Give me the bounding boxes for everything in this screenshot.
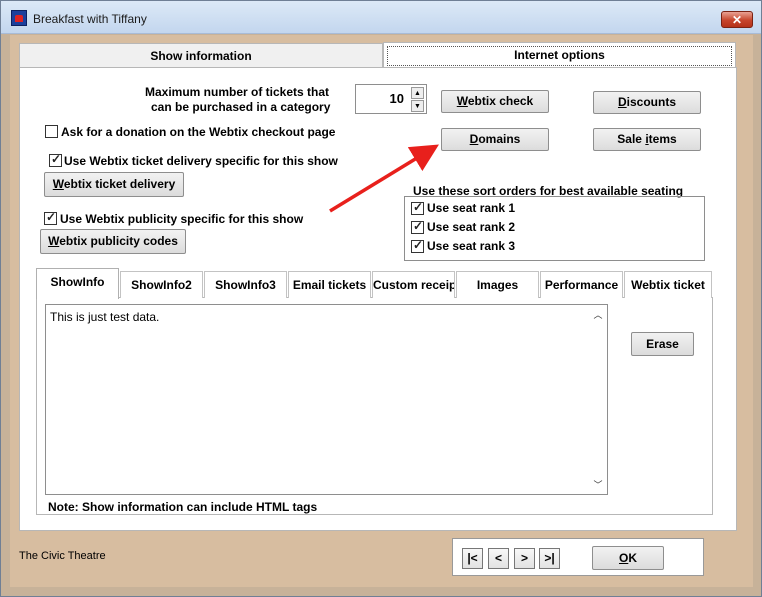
tab-performance[interactable]: Performance [540,271,623,298]
record-navigation: |< < > >| OK [452,538,704,576]
venue-name: The Civic Theatre [19,550,106,562]
tab-showinfo2[interactable]: ShowInfo2 [120,271,203,298]
last-record-button[interactable]: >| [539,548,560,569]
previous-record-button[interactable]: < [488,548,509,569]
inner-tab-strip: ShowInfo ShowInfo2 ShowInfo3 Email ticke… [36,268,712,299]
next-record-button[interactable]: > [514,548,535,569]
tab-webtix-ticket[interactable]: Webtix ticket [624,271,712,298]
tab-custom-receipt[interactable]: Custom receipt [372,271,455,298]
tab-showinfo3[interactable]: ShowInfo3 [204,271,287,298]
scroll-up-icon[interactable]: ︿ [593,308,603,321]
erase-button[interactable]: Erase [631,332,694,356]
first-record-button[interactable]: |< [462,548,483,569]
html-note: Note: Show information can include HTML … [48,500,318,514]
show-info-text[interactable]: This is just test data. [50,310,159,324]
show-info-textarea[interactable]: This is just test data. ︿ ﹀ [45,304,608,495]
tab-images[interactable]: Images [456,271,539,298]
ok-button[interactable]: OK [592,546,664,570]
tab-showinfo[interactable]: ShowInfo [36,268,119,299]
tab-email-tickets[interactable]: Email tickets [288,271,371,298]
scroll-down-icon[interactable]: ﹀ [593,478,603,491]
vertical-scrollbar[interactable]: ︿ ﹀ [590,305,607,494]
